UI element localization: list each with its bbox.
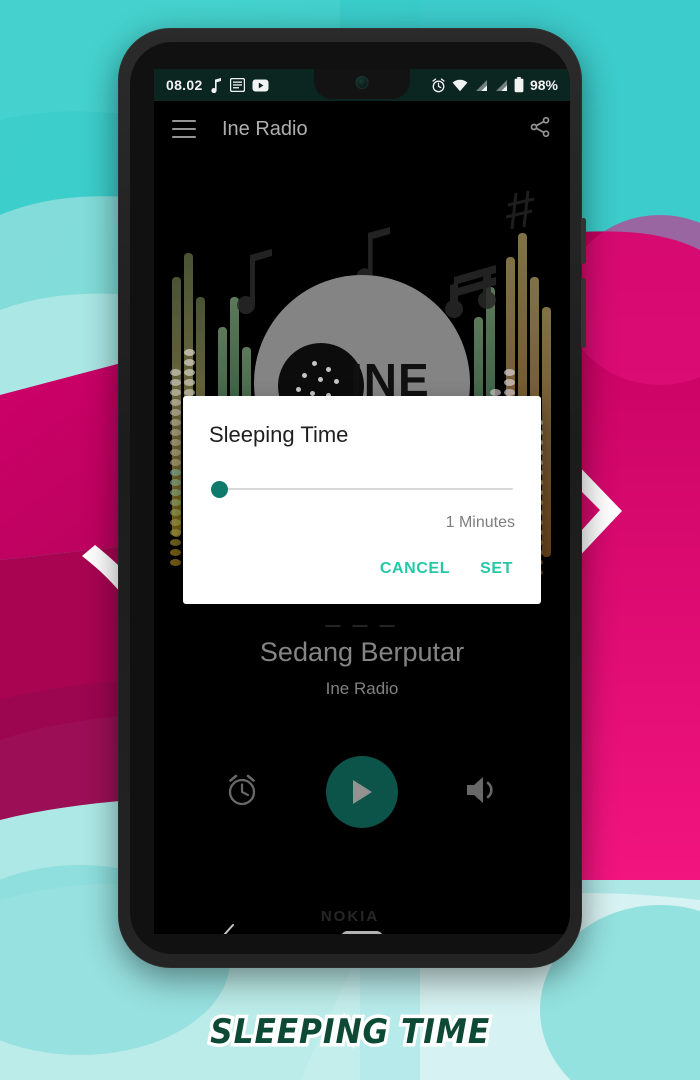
cancel-button[interactable]: CANCEL (378, 556, 452, 582)
volume-side-button[interactable] (581, 218, 586, 264)
phone-device: 08.02 98% Ine Radio INE — — — Sedang Ber… (118, 28, 586, 968)
sleep-duration-slider[interactable] (211, 478, 513, 500)
dialog-title: Sleeping Time (209, 422, 349, 447)
power-side-button[interactable] (581, 278, 586, 348)
caption-text: SLEEPING TIME (207, 1009, 492, 1056)
sleeping-time-dialog: Sleeping Time 1 Minutes CANCEL SET (183, 396, 541, 604)
slider-thumb[interactable] (211, 481, 228, 498)
phone-bezel: 08.02 98% Ine Radio INE — — — Sedang Ber… (130, 42, 570, 954)
slider-value-label: 1 Minutes (445, 514, 515, 531)
promo-caption: SLEEPING TIME (0, 1009, 700, 1056)
set-button[interactable]: SET (478, 556, 515, 582)
phone-screen: 08.02 98% Ine Radio INE — — — Sedang Ber… (154, 69, 570, 934)
slider-track (211, 488, 513, 490)
dialog-actions: CANCEL SET (209, 556, 515, 596)
